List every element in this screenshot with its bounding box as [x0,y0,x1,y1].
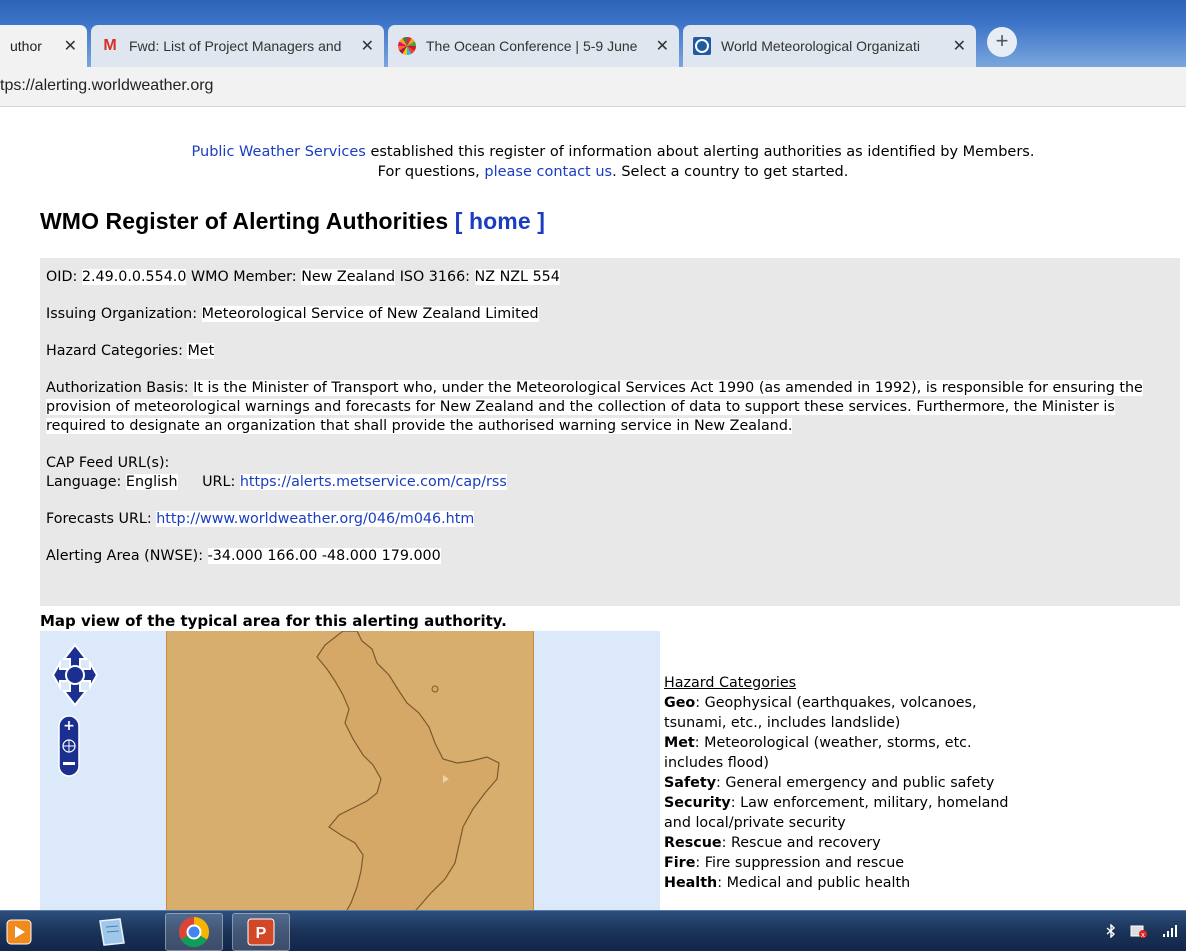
oid-label: OID: [46,269,78,285]
notes-app-icon[interactable] [88,913,134,951]
intro-text: Public Weather Services established this… [40,142,1186,182]
zoom-control-icon[interactable]: + [58,715,80,777]
page-title: WMO Register of Alerting Authorities [ h… [40,208,545,235]
forecast-label: Forecasts URL: [46,511,152,527]
oid-value: 2.49.0.0.554.0 [81,269,187,285]
legend-item-security: Security: Law enforcement, military, hom… [664,793,1034,833]
legend-item-safety: Safety: General emergency and public saf… [664,773,1034,793]
address-bar[interactable]: tps://alerting.worldweather.org [0,67,1186,107]
hazard-row: Hazard Categories: Met [46,342,1174,361]
alerting-area-label: Alerting Area (NWSE): [46,548,204,564]
pan-control-icon[interactable] [52,643,98,707]
legend-item-name: Rescue [664,835,722,851]
legend-item-name: Geo [664,695,696,711]
hazard-label: Hazard Categories: [46,343,183,359]
oid-row: OID: 2.49.0.0.554.0 WMO Member: New Zeal… [46,268,1174,287]
powerpoint-taskbar-icon[interactable]: P [232,913,290,951]
legend-item-rescue: Rescue: Rescue and recovery [664,833,1034,853]
ocean-conference-icon [398,37,416,55]
bluetooth-icon[interactable] [1106,924,1116,938]
gmail-icon: M [103,37,117,54]
tab-title: World Meteorological Organizati [721,38,920,54]
new-tab-button[interactable]: + [987,27,1017,57]
svg-text:P: P [256,925,267,942]
power-status-icon[interactable]: x [1130,923,1148,939]
legend-item-desc: : General emergency and public safety [716,775,995,791]
map-caption: Map view of the typical area for this al… [40,612,507,630]
home-link[interactable]: [ home ] [455,208,545,234]
legend-item-name: Health [664,875,718,891]
tab-alerting-authorities[interactable]: uthor ✕ [0,25,87,67]
authorization-basis-row: Authorization Basis: It is the Minister … [46,379,1174,436]
authorization-basis-label: Authorization Basis: [46,380,189,396]
legend-item-name: Security [664,795,731,811]
legend-item-name: Safety [664,775,717,791]
legend-item-fire: Fire: Fire suppression and rescue [664,853,1034,873]
north-island-shape [316,631,500,951]
hazard-legend: Hazard Categories Geo: Geophysical (eart… [664,673,1034,893]
legend-item-name: Fire [664,855,696,871]
tab-title: Fwd: List of Project Managers and [129,38,342,54]
cap-url-label: URL: [202,474,236,490]
iso-value: NZ NZL 554 [474,269,560,285]
legend-item-met: Met: Meteorological (weather, storms, et… [664,733,1034,773]
organization-row: Issuing Organization: Meteorological Ser… [46,305,1174,324]
organization-label: Issuing Organization: [46,306,198,322]
authority-details: OID: 2.49.0.0.554.0 WMO Member: New Zeal… [40,258,1180,606]
legend-item-desc: : Geophysical (earthquakes, volcanoes, t… [664,695,977,731]
legend-heading: Hazard Categories [664,675,797,691]
authorization-basis-value: It is the Minister of Transport who, und… [46,380,1143,434]
close-tab-icon[interactable]: ✕ [656,36,669,56]
map-land-layer[interactable] [166,631,534,951]
tab-wmo[interactable]: World Meteorological Organizati ✕ [683,25,976,67]
legend-item-desc: : Medical and public health [717,875,911,891]
intro-line2-pre: For questions, [377,164,485,180]
member-label: WMO Member: [190,269,297,285]
tab-title: The Ocean Conference | 5-9 June [426,38,638,54]
chrome-taskbar-icon[interactable] [165,913,223,951]
language-value: English [125,474,178,490]
alerting-area-row: Alerting Area (NWSE): -34.000 166.00 -48… [46,547,1174,566]
legend-item-geo: Geo: Geophysical (earthquakes, volcanoes… [664,693,1034,733]
language-label: Language: [46,474,122,490]
hazard-value: Met [187,343,215,359]
media-player-icon[interactable] [2,913,36,951]
organization-value: Meteorological Service of New Zealand Li… [201,306,539,322]
system-tray: x [1106,923,1178,939]
legend-item-desc: : Meteorological (weather, storms, etc. … [664,735,972,771]
close-tab-icon[interactable]: ✕ [64,36,77,56]
iso-label: ISO 3166: [399,269,470,285]
intro-line1: established this register of information… [365,144,1035,160]
tab-gmail[interactable]: M Fwd: List of Project Managers and ✕ [91,25,384,67]
legend-item-name: Met [664,735,695,751]
forecast-link[interactable]: http://www.worldweather.org/046/m046.htm [156,511,475,527]
legend-item-desc: : Rescue and recovery [721,835,881,851]
close-tab-icon[interactable]: ✕ [361,36,374,56]
member-value: New Zealand [301,269,396,285]
public-weather-services-link[interactable]: Public Weather Services [192,144,366,160]
forecast-row: Forecasts URL: http://www.worldweather.o… [46,510,1174,529]
page-title-text: WMO Register of Alerting Authorities [40,208,449,234]
legend-item-health: Health: Medical and public health [664,873,1034,893]
signal-strength-icon[interactable] [1162,924,1178,938]
windows-taskbar: P x [0,910,1186,951]
svg-text:+: + [63,718,75,734]
browser-tab-strip: uthor ✕ M Fwd: List of Project Managers … [0,0,1186,67]
svg-text:x: x [1141,931,1145,939]
alerting-area-value: -34.000 166.00 -48.000 179.000 [207,548,441,564]
close-tab-icon[interactable]: ✕ [953,36,966,56]
intro-line2-post: . Select a country to get started. [612,164,849,180]
contact-us-link[interactable]: please contact us [484,164,612,180]
cap-feed-row: CAP Feed URL(s): Language: English URL: … [46,454,1174,492]
legend-item-desc: : Fire suppression and rescue [695,855,905,871]
tab-title: uthor [10,38,42,54]
tab-ocean-conference[interactable]: The Ocean Conference | 5-9 June ✕ [388,25,679,67]
url-text[interactable]: tps://alerting.worldweather.org [0,77,213,95]
cap-feed-link[interactable]: https://alerts.metservice.com/cap/rss [239,474,507,490]
wmo-icon [693,37,711,55]
cap-feed-label: CAP Feed URL(s): [46,455,170,471]
map-view[interactable]: + [40,631,660,951]
